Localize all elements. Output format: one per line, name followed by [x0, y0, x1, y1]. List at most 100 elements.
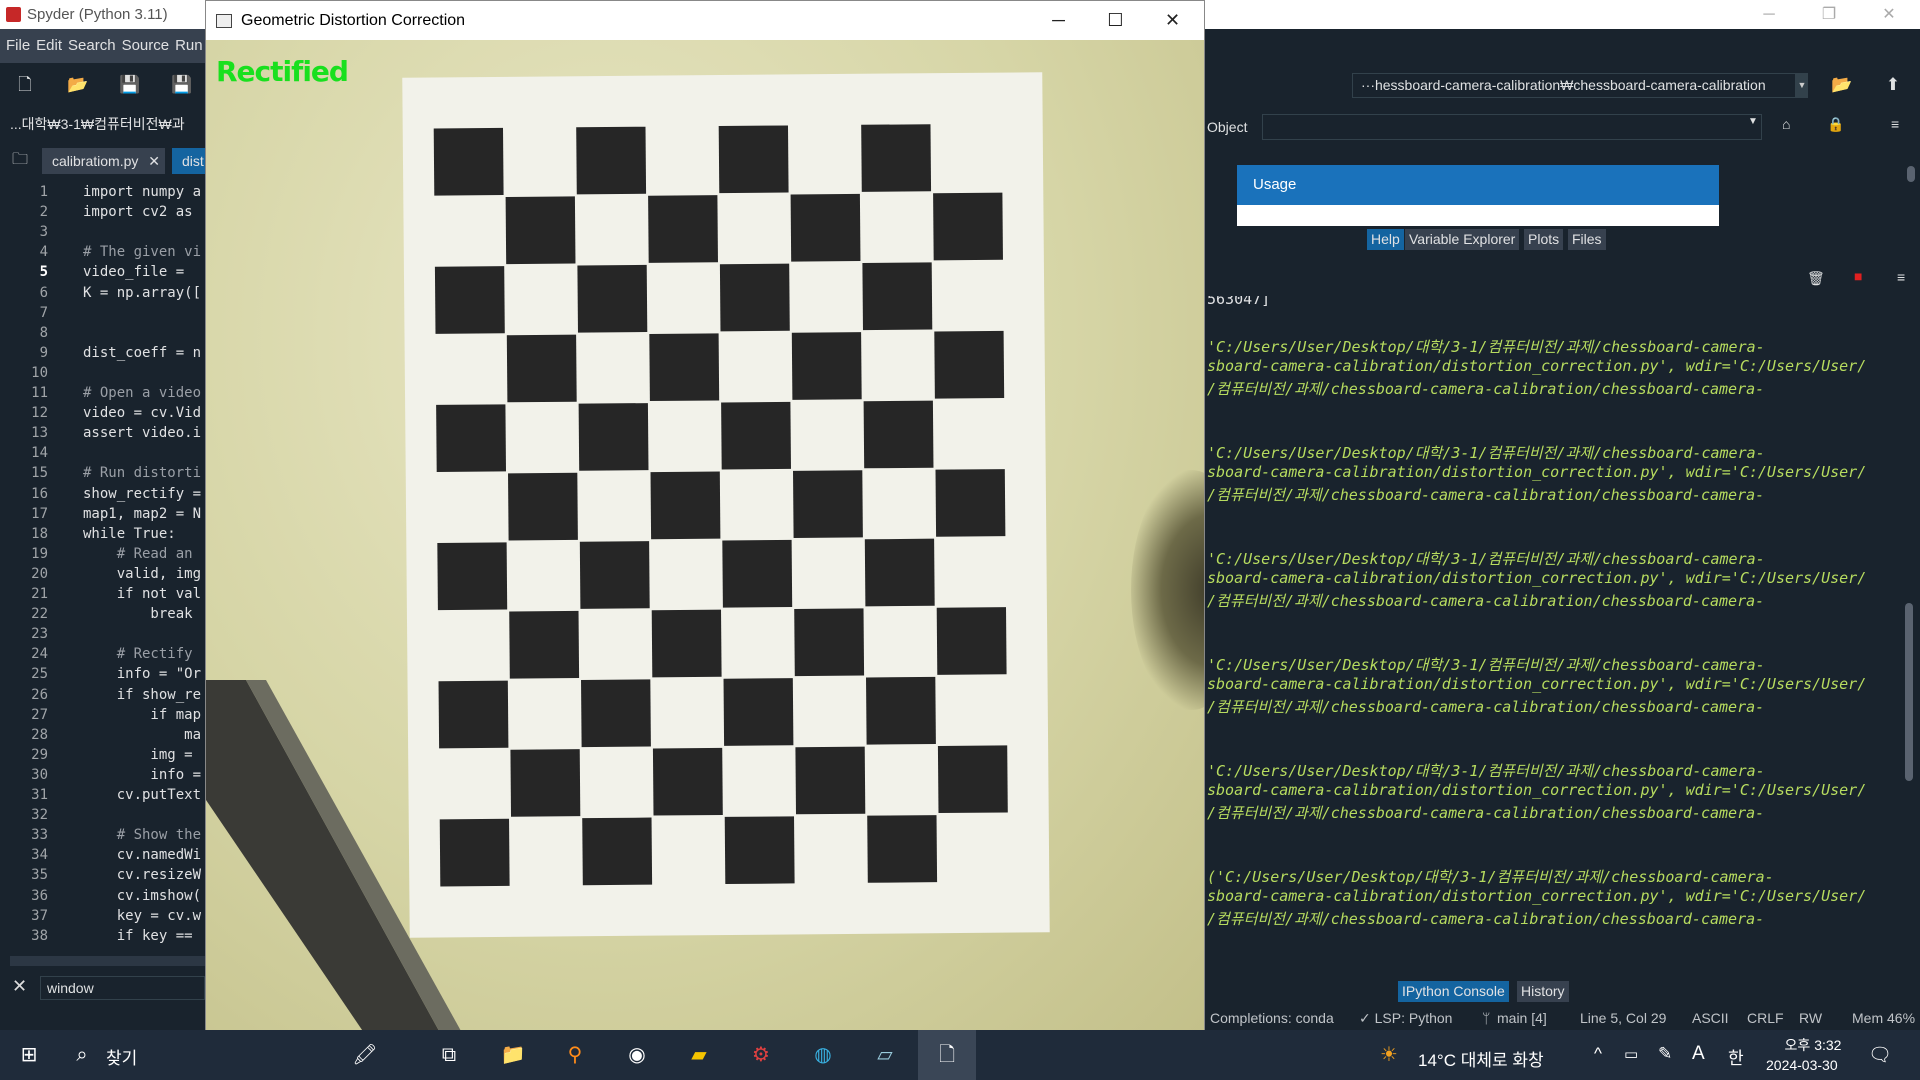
tab-label: dist [182, 153, 204, 169]
chess-square [437, 542, 508, 611]
find-input[interactable]: window [40, 976, 205, 1000]
lock-icon[interactable]: 🔒 [1827, 116, 1844, 133]
line-number: 7 [39, 304, 48, 321]
notification-icon[interactable]: 🗨 [1868, 1043, 1892, 1067]
ime-mode[interactable]: A [1692, 1043, 1705, 1065]
object-dropdown-icon[interactable]: ▼ [1748, 116, 1758, 127]
opencv-title-bar[interactable]: Geometric Distortion Correction ─ ☐ ✕ [206, 1, 1204, 40]
line-number: 13 [31, 425, 48, 442]
clock-time[interactable]: 오후 3:32 [1778, 1035, 1848, 1055]
file-explorer-icon[interactable]: 📁 [484, 1030, 542, 1080]
line-number: 11 [31, 385, 48, 401]
chess-square [649, 333, 720, 402]
restore-icon[interactable]: ❐ [1800, 0, 1858, 29]
help-options-icon[interactable]: ≡ [1891, 116, 1899, 132]
tab-close-icon[interactable]: ✕ [148, 153, 160, 169]
line-number: 35 [31, 867, 48, 884]
line-number: 37 [31, 907, 48, 924]
tab-distortion[interactable]: dist [172, 148, 205, 174]
code-editor[interactable]: 1 import numpy a 2 import cv2 as 3 4 # The giv… [0, 178, 205, 958]
browse-folder-icon[interactable]: 📂 [1831, 75, 1852, 95]
save-all-icon[interactable]: 💾 [171, 75, 192, 95]
object-input[interactable] [1262, 114, 1762, 140]
sticky-notes-icon[interactable]: ▰ [670, 1030, 728, 1080]
object-shadow [1131, 470, 1204, 710]
close-icon[interactable]: ✕ [1860, 0, 1918, 29]
chess-square [794, 608, 865, 677]
tab-files[interactable]: Files [1568, 229, 1606, 250]
task-view-icon[interactable]: ⧉ [420, 1030, 478, 1080]
tab-history[interactable]: History [1517, 981, 1569, 1002]
code-line: video = cv.Vid [83, 405, 202, 422]
chess-square [862, 262, 933, 331]
search-highlight-icon[interactable]: 🖍 [320, 1030, 410, 1080]
menu-search[interactable]: Search [68, 37, 116, 54]
console-output-line: 'C:/Users/User/Desktop/대학/3-1/컴퓨터비전/과제/c… [1207, 656, 1765, 674]
status-encoding: ASCII [1692, 1010, 1729, 1026]
opencv-window-taskbar-icon[interactable]: 🗋 [918, 1030, 976, 1080]
line-number: 20 [31, 565, 48, 582]
search-app-icon[interactable]: ⚲ [546, 1030, 604, 1080]
chess-square [434, 266, 505, 334]
code-line: # Open a video [83, 385, 202, 401]
menu-file[interactable]: File [6, 37, 30, 54]
notes-app-icon[interactable]: ▱ [856, 1030, 914, 1080]
console-options-icon[interactable]: ≡ [1897, 269, 1905, 285]
chess-square [577, 264, 648, 333]
opencv-window[interactable]: Geometric Distortion Correction ─ ☐ ✕ Re… [205, 0, 1205, 1030]
chrome-icon[interactable]: ◉ [608, 1030, 666, 1080]
code-line: import cv2 as [83, 204, 193, 221]
ipython-console[interactable]: 563047] 'C:/Users/User/Desktop/대학/3-1/컴퓨터… [1207, 296, 1905, 976]
chess-square [724, 816, 795, 885]
weather-text[interactable]: 14°C 대체로 화창 [1418, 1046, 1544, 1071]
edge-icon[interactable]: ◍ [794, 1030, 852, 1080]
minimize-icon[interactable]: ─ [1740, 0, 1798, 29]
line-number: 8 [39, 324, 48, 341]
clock-date[interactable]: 2024-03-30 [1766, 1057, 1838, 1073]
show-hidden-icons-icon[interactable]: ^ [1594, 1044, 1602, 1064]
code-line: cv.imshow( [83, 887, 202, 904]
browse-tabs-icon[interactable]: 🗀 [12, 148, 28, 175]
console-output-line: 'C:/Users/User/Desktop/대학/3-1/컴퓨터비전/과제/c… [1207, 338, 1765, 356]
editor-horizontal-scrollbar[interactable] [10, 956, 205, 966]
chess-square [793, 470, 863, 539]
home-icon[interactable]: ⌂ [1782, 116, 1790, 132]
tab-variable-explorer[interactable]: Variable Explorer [1405, 229, 1520, 250]
search-icon[interactable]: ⌕ [62, 1030, 102, 1080]
tab-plots[interactable]: Plots [1524, 229, 1564, 250]
tab-calibratiom[interactable]: calibratiom.py ✕ [42, 148, 165, 174]
pen-icon[interactable]: ✎ [1658, 1044, 1672, 1064]
search-label[interactable]: 찾기 [106, 1044, 137, 1069]
working-directory-path[interactable]: ···hessboard-camera-calibration₩chessboa… [1352, 73, 1796, 98]
chess-square [934, 330, 1005, 399]
battery-icon[interactable]: ▭ [1624, 1045, 1638, 1063]
chess-square [863, 400, 934, 469]
save-icon[interactable]: 💾 [119, 75, 140, 95]
open-folder-icon[interactable]: 📂 [67, 75, 88, 95]
tab-ipython-console[interactable]: IPython Console [1398, 981, 1509, 1002]
spyder-taskbar-icon[interactable]: ⚙ [732, 1030, 790, 1080]
parent-directory-icon[interactable]: ⬆ [1883, 75, 1903, 95]
menu-edit[interactable]: Edit [36, 37, 62, 54]
console-output-line: /컴퓨터비전/과제/chessboard-camera-calibration/… [1207, 380, 1765, 398]
console-scrollbar[interactable] [1903, 305, 1915, 965]
clear-console-icon[interactable]: 🗑 [1807, 270, 1825, 287]
chess-square [651, 609, 722, 678]
code-line: # Run distorti [83, 465, 202, 482]
close-icon[interactable]: ✕ [1144, 1, 1201, 40]
close-find-icon[interactable]: ✕ [12, 976, 27, 997]
language-indicator[interactable]: 한 [1728, 1044, 1744, 1069]
code-line: dist_coeff = n [83, 344, 202, 361]
minimize-icon[interactable]: ─ [1030, 1, 1087, 40]
help-scrollbar[interactable] [1905, 150, 1917, 225]
path-dropdown-icon[interactable]: ▼ [1796, 73, 1808, 98]
menu-run[interactable]: Run [175, 37, 203, 54]
new-file-icon[interactable]: 🗋 [15, 75, 35, 95]
line-number: 1 [39, 184, 48, 200]
stop-icon[interactable]: ■ [1854, 268, 1862, 284]
windows-start-icon[interactable]: ⊞ [0, 1030, 58, 1080]
tab-help[interactable]: Help [1367, 229, 1404, 250]
menu-source[interactable]: Source [122, 37, 170, 54]
maximize-icon[interactable]: ☐ [1087, 1, 1144, 40]
line-number: 36 [31, 887, 48, 904]
